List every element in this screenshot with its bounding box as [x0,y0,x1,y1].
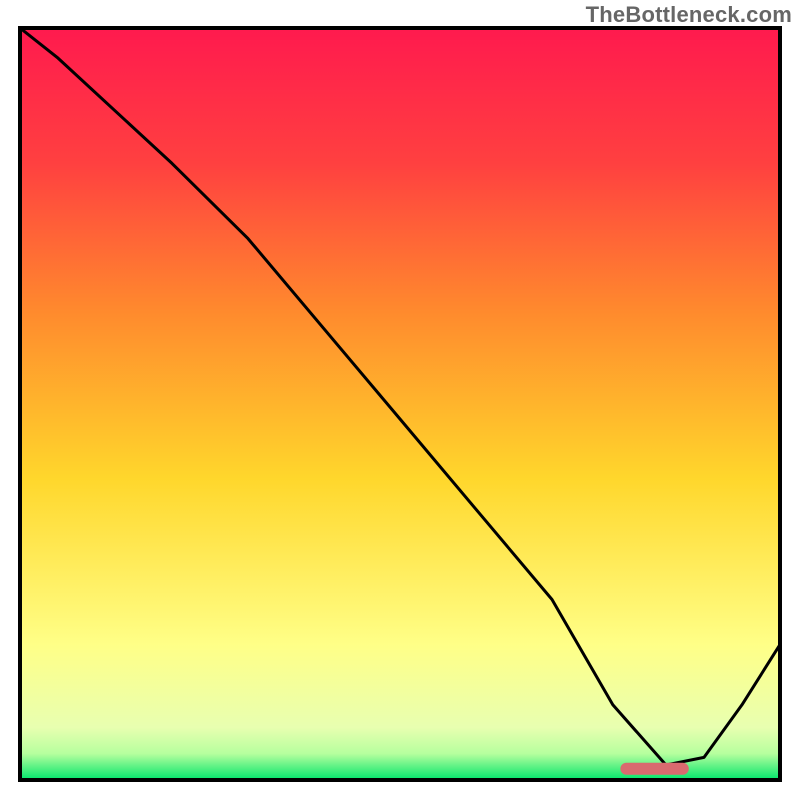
plot-area [20,28,780,780]
optimal-range-marker [620,763,688,775]
gradient-background [20,28,780,780]
watermark-text: TheBottleneck.com [586,2,792,28]
bottleneck-chart [0,0,800,800]
chart-container: TheBottleneck.com [0,0,800,800]
